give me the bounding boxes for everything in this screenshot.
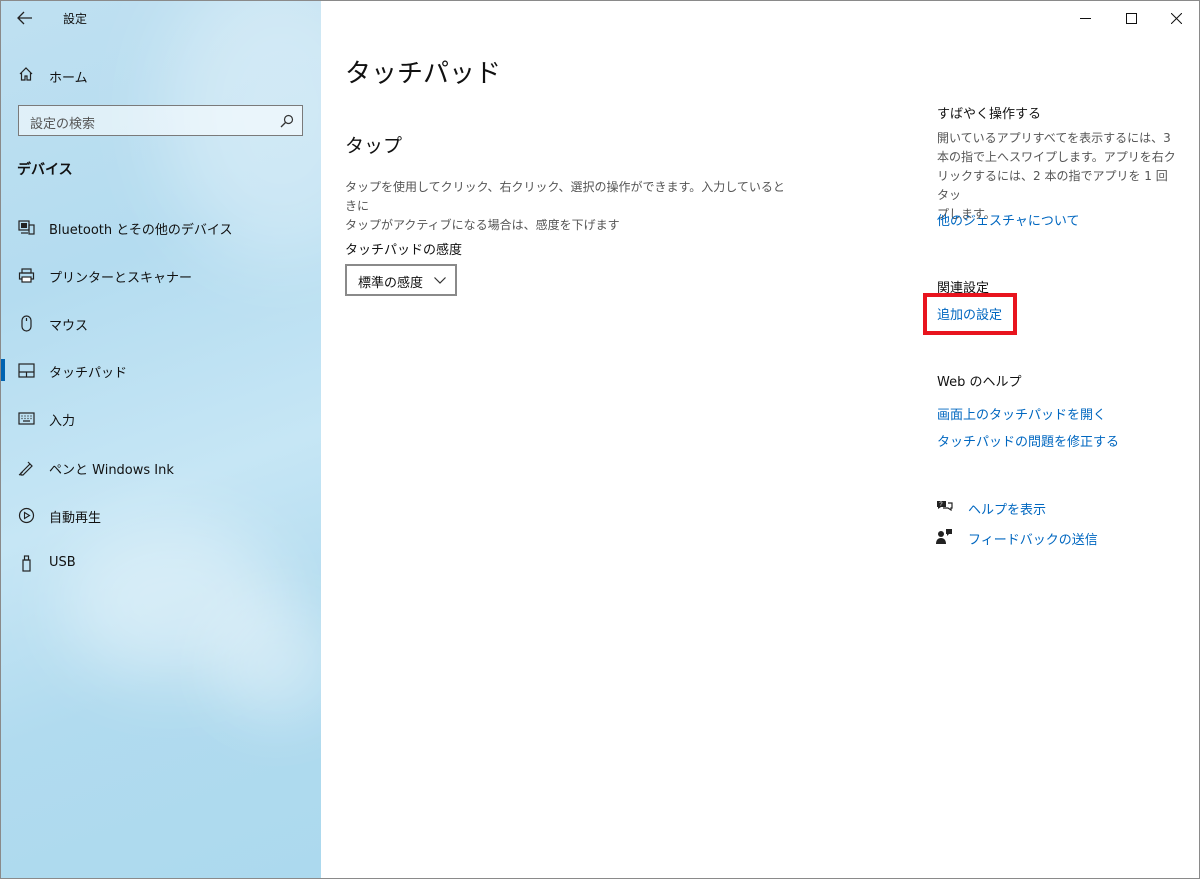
home-label: ホーム bbox=[49, 71, 88, 86]
minimize-button[interactable] bbox=[1062, 1, 1108, 35]
bluetooth-devices-icon bbox=[18, 220, 35, 235]
sidebar-item-label: プリンターとスキャナー bbox=[49, 271, 193, 286]
page-title: タッチパッド bbox=[345, 59, 502, 89]
tap-section-title: タップ bbox=[345, 135, 403, 157]
web-help-heading: Web のヘルプ bbox=[937, 375, 1022, 390]
sidebar-item-bluetooth[interactable]: Bluetooth とその他のデバイス bbox=[1, 207, 321, 247]
printer-icon bbox=[18, 268, 35, 283]
sidebar: 設定 ホーム 設定の検索 デバイス Bluetooth とその他のデバイス プリ… bbox=[1, 1, 321, 878]
fix-touchpad-problems-link[interactable]: タッチパッドの問題を修正する bbox=[937, 431, 1119, 450]
sidebar-item-label: ペンと Windows Ink bbox=[49, 463, 174, 478]
sidebar-item-typing[interactable]: 入力 bbox=[1, 398, 321, 438]
send-feedback-label: フィードバックの送信 bbox=[968, 533, 1098, 548]
app-title: 設定 bbox=[63, 11, 88, 26]
sidebar-item-printers[interactable]: プリンターとスキャナー bbox=[1, 255, 321, 295]
feedback-icon bbox=[936, 529, 952, 544]
sidebar-item-touchpad[interactable]: タッチパッド bbox=[1, 350, 321, 390]
open-onscreen-touchpad-link[interactable]: 画面上のタッチパッドを開く bbox=[937, 404, 1106, 423]
usb-icon bbox=[22, 555, 31, 572]
more-gestures-link[interactable]: 他のジェスチャについて bbox=[937, 210, 1079, 229]
minimize-icon bbox=[1079, 17, 1091, 19]
sensitivity-dropdown[interactable]: 標準の感度 bbox=[345, 264, 457, 296]
back-arrow-icon bbox=[17, 11, 32, 25]
close-icon bbox=[1170, 12, 1182, 24]
mouse-icon bbox=[21, 315, 32, 332]
back-button[interactable] bbox=[1, 1, 49, 35]
get-help-label: ヘルプを表示 bbox=[968, 503, 1047, 518]
autoplay-icon bbox=[18, 507, 35, 524]
quick-actions-line2: 本の指で上へスワイプします。アプリを右ク bbox=[937, 150, 1176, 164]
sidebar-item-label: タッチパッド bbox=[49, 366, 128, 381]
search-placeholder: 設定の検索 bbox=[30, 117, 96, 132]
pen-icon bbox=[18, 461, 33, 476]
sidebar-item-label: 自動再生 bbox=[49, 511, 102, 526]
quick-actions-line1: 開いているアプリすべてを表示するには、3 bbox=[937, 131, 1171, 145]
sidebar-item-label: 入力 bbox=[49, 414, 76, 429]
titlebar: 設定 bbox=[1, 1, 321, 35]
keyboard-icon bbox=[18, 412, 35, 425]
quick-actions-line3: リックするには、2 本の指でアプリを 1 回タッ bbox=[937, 169, 1168, 202]
quick-actions-heading: すばやく操作する bbox=[937, 107, 1042, 122]
sidebar-item-mouse[interactable]: マウス bbox=[1, 303, 321, 343]
nav-home[interactable]: ホーム bbox=[1, 61, 321, 89]
search-icon bbox=[280, 114, 294, 128]
maximize-icon bbox=[1125, 12, 1137, 24]
sensitivity-value: 標準の感度 bbox=[358, 276, 424, 291]
sidebar-item-label: マウス bbox=[49, 319, 89, 334]
sidebar-item-usb[interactable]: USB bbox=[1, 543, 321, 583]
chevron-down-icon bbox=[434, 277, 446, 284]
settings-window: 設定 ホーム 設定の検索 デバイス Bluetooth とその他のデバイス プリ… bbox=[0, 0, 1200, 879]
tap-description-line1: タップを使用してクリック、右クリック、選択の操作ができます。入力しているときに bbox=[345, 180, 785, 213]
section-title-devices: デバイス bbox=[17, 162, 73, 178]
sidebar-item-autoplay[interactable]: 自動再生 bbox=[1, 495, 321, 535]
maximize-button[interactable] bbox=[1108, 1, 1154, 35]
sidebar-item-label: USB bbox=[49, 555, 76, 570]
additional-settings-link[interactable]: 追加の設定 bbox=[937, 304, 1002, 323]
help-chat-icon: ? bbox=[937, 501, 953, 512]
search-input[interactable]: 設定の検索 bbox=[18, 105, 303, 136]
touchpad-icon bbox=[18, 363, 35, 378]
tap-description-line2: タップがアクティブになる場合は、感度を下げます bbox=[345, 218, 620, 232]
sidebar-item-label: Bluetooth とその他のデバイス bbox=[49, 223, 233, 238]
active-indicator bbox=[1, 359, 5, 381]
sensitivity-label: タッチパッドの感度 bbox=[345, 243, 463, 258]
home-icon bbox=[19, 67, 33, 81]
tap-description: タップを使用してクリック、右クリック、選択の操作ができます。入力しているときに … bbox=[345, 178, 795, 235]
close-button[interactable] bbox=[1153, 1, 1199, 35]
sidebar-item-pen[interactable]: ペンと Windows Ink bbox=[1, 447, 321, 487]
